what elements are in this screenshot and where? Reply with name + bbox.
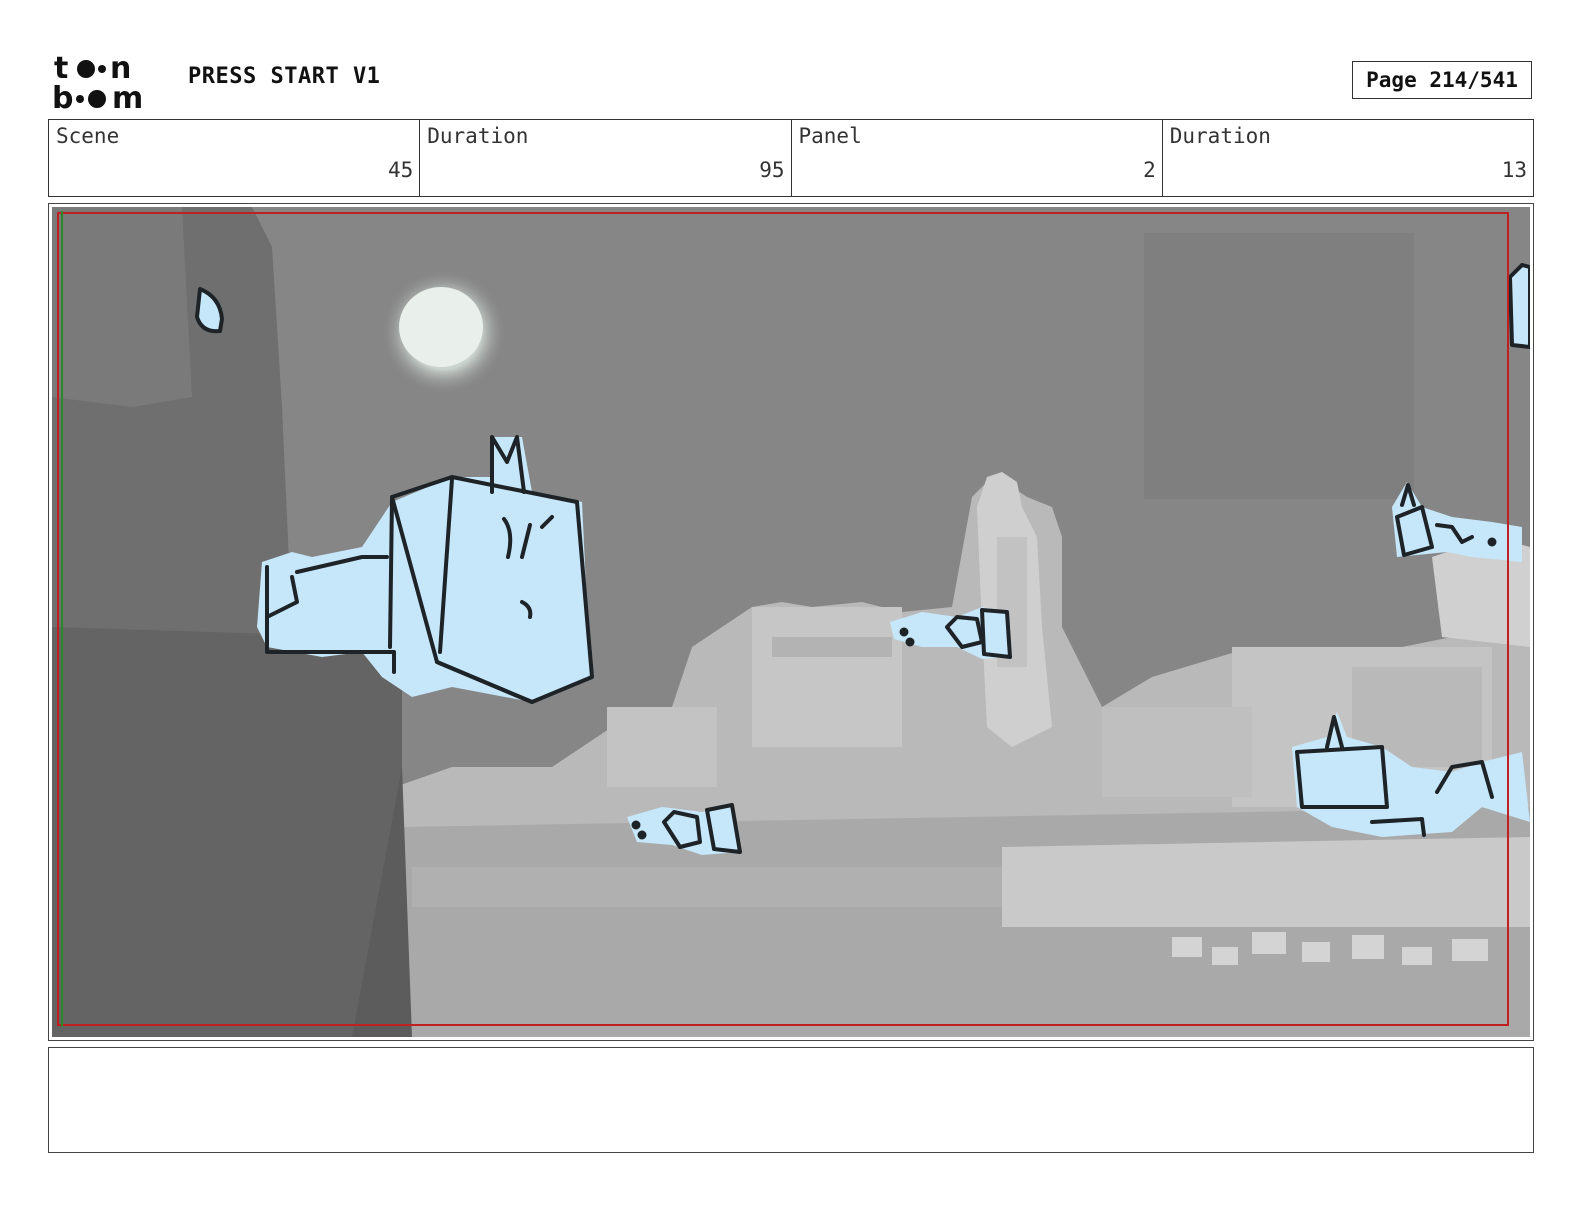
page-indicator: Page 214/541 <box>1352 61 1532 99</box>
scene-value: 45 <box>387 158 414 182</box>
scene-duration-value: 95 <box>759 158 785 182</box>
toon-boom-logo: t n b m <box>52 51 164 116</box>
panel-cell: Panel 2 <box>792 120 1163 196</box>
panel-duration-label: Duration <box>1169 124 1271 148</box>
panel-info-table: Scene 45 Duration 95 Panel 2 Duration 13 <box>48 119 1534 197</box>
panel-duration-value: 13 <box>1501 158 1527 182</box>
project-title: PRESS START V1 <box>188 64 381 89</box>
svg-text:b: b <box>52 81 73 112</box>
scene-duration-label: Duration <box>427 124 529 148</box>
panel-duration-cell: Duration 13 <box>1163 120 1533 196</box>
scene-cell: Scene 45 <box>49 120 421 196</box>
storyboard-sketch-image <box>52 207 1530 1037</box>
panel-notes <box>48 1047 1534 1153</box>
panel-label: Panel <box>798 124 862 148</box>
scene-duration-cell: Duration 95 <box>420 120 792 196</box>
storyboard-panel <box>48 203 1534 1041</box>
scene-label: Scene <box>56 124 120 148</box>
panel-value: 2 <box>1143 158 1156 182</box>
svg-text:m: m <box>112 81 143 112</box>
